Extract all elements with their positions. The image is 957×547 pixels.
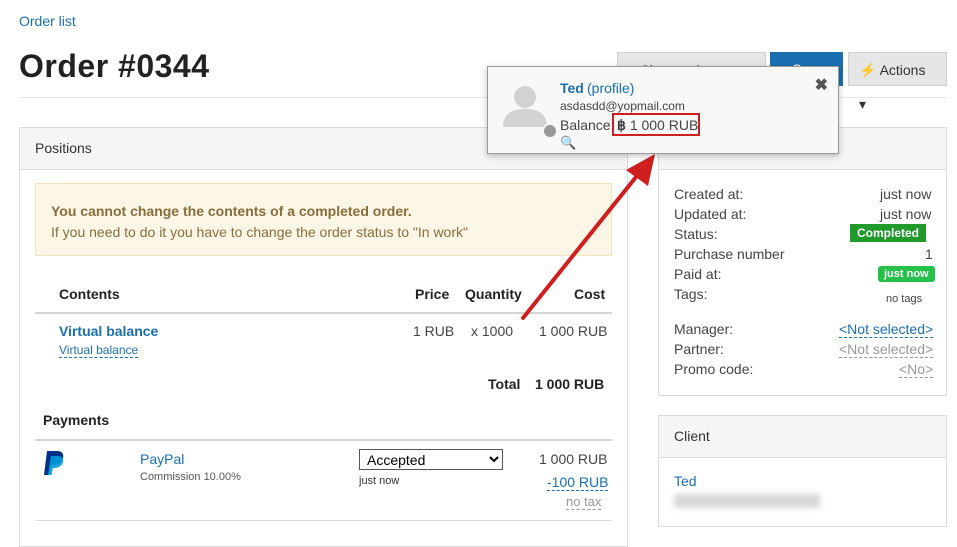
offline-status-dot bbox=[542, 123, 558, 139]
client-popover: Ted (profile) asdasdd@yopmail.com Balanc… bbox=[487, 66, 839, 154]
close-icon[interactable]: ✖ bbox=[815, 75, 828, 95]
popover-user-name-link[interactable]: Ted bbox=[560, 80, 584, 96]
popover-balance-label: Balance: bbox=[560, 117, 615, 133]
search-icon[interactable]: 🔍 bbox=[560, 135, 576, 151]
popover-email: asdasdd@yopmail.com bbox=[560, 99, 685, 113]
popover-profile-link[interactable]: (profile) bbox=[587, 80, 634, 96]
balance-highlight-box bbox=[612, 113, 700, 136]
